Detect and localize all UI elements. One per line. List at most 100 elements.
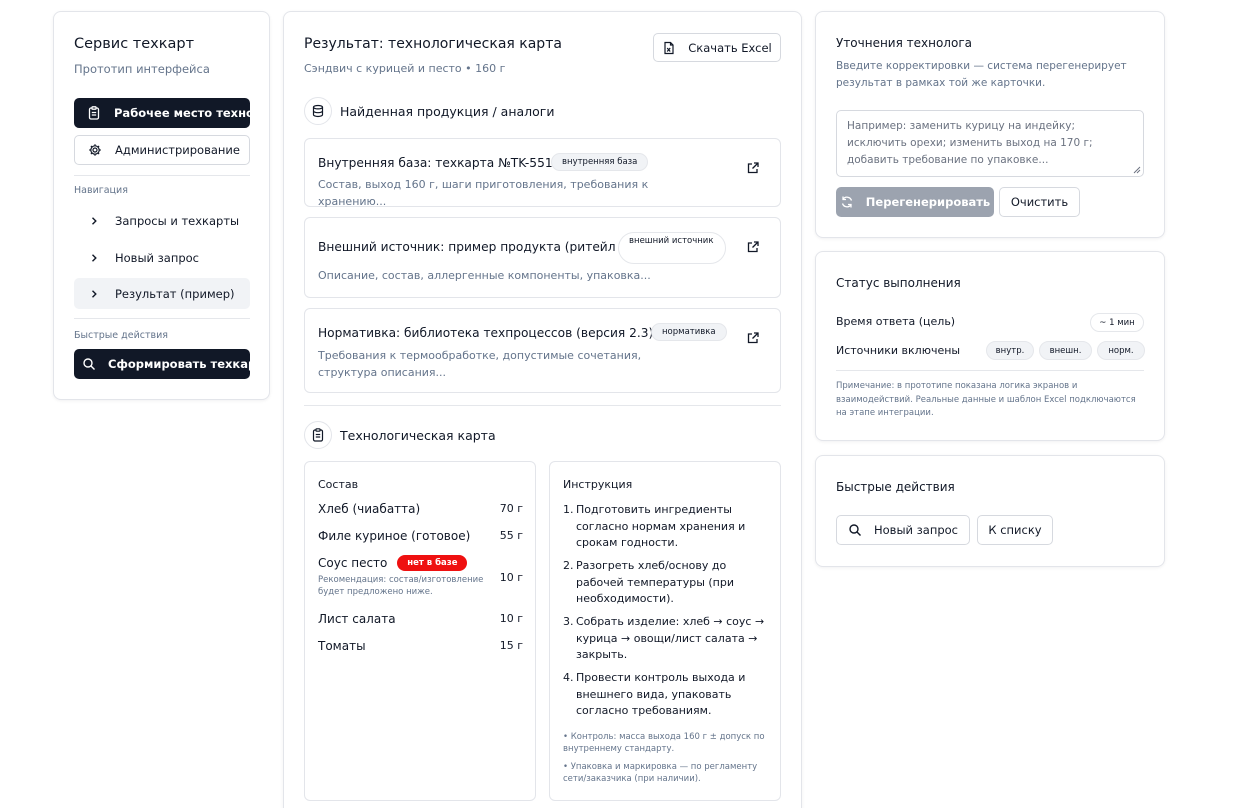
ingredient-note: Рекомендация: состав/изготовление будет … [318,575,484,597]
instruction-note: • Упаковка и маркировка — по регламенту … [563,762,758,784]
nav-section-label: Навигация [74,185,128,196]
response-time-label: Время ответа (цель) [836,315,956,328]
chevron-right-icon [89,253,99,263]
instructions-heading: Инструкция [563,478,633,491]
chevron-right-icon [89,289,99,299]
techcard-section-header: Технологическая карта [304,421,496,449]
gear-icon [88,143,102,157]
instruction-steps: 1. Подготовить ингредиенты согласно норма… [563,502,773,726]
download-excel-button[interactable]: Скачать Excel [653,33,781,62]
techcard-heading: Технологическая карта [340,427,496,443]
admin-button-label: Администрирование [115,143,240,157]
source-pill: норм. [1097,341,1145,360]
sidebar-item-label: Результат (пример) [115,286,235,301]
products-heading: Найденная продукция / аналоги [340,103,555,119]
to-list-label: К списку [988,523,1042,537]
section-divider [304,405,781,406]
ingredient-amount: 55 г [499,529,523,542]
source-badge: внешний источник [618,232,726,264]
composition-card: Состав Хлеб (чиабатта) 70 г Филе куриное… [304,461,536,801]
ingredient-row: Хлеб (чиабатта) 70 г [318,502,523,516]
refresh-icon [840,195,854,209]
resize-handle-icon[interactable] [1132,165,1141,174]
ingredient-amount: 10 г [499,612,523,625]
workplace-button-label: Рабочее место технолога [114,106,250,120]
result-title: Внутренняя база: техкарта №TK-551 [318,156,553,170]
ingredient-name: Лист салата [318,612,396,626]
clipboard-icon [87,106,101,120]
instruction-step: 1. Подготовить ингредиенты согласно норма… [563,503,746,549]
ingredient-name: Томаты [318,639,366,653]
ingredient-amount: 15 г [499,639,523,652]
products-section-header: Найденная продукция / аналоги [304,97,555,125]
page-title: Результат: технологическая карта [304,36,562,52]
sources-label: Источники включены [836,344,961,357]
sidebar-divider [74,175,250,176]
main-panel: Результат: технологическая карта Сэндвич… [283,11,802,808]
clear-button[interactable]: Очистить [999,187,1080,217]
result-title: Внешний источник: пример продукта (ритей… [318,240,615,254]
sidebar-item-label: Запросы и техкарты [115,213,240,228]
sidebar-item-label: Новый запрос [115,250,200,265]
response-time-row: Время ответа (цель) ~ 1 мин [836,313,1144,332]
search-icon [82,357,96,371]
to-list-button[interactable]: К списку [977,515,1053,545]
regenerate-label: Перегенерировать [865,195,991,209]
sidebar-divider [74,318,250,319]
ingredient-row: Филе куриное (готовое) 55 г [318,529,523,543]
missing-badge: нет в базе [397,555,468,571]
ingredient-name: Филе куриное (готовое) [318,529,471,543]
sidebar: Сервис техкарт Прототип интерфейса Рабоч… [53,11,270,400]
clipboard-icon [304,421,332,449]
status-panel: Статус выполнения Время ответа (цель) ~ … [815,251,1165,441]
chevron-right-icon [89,216,99,226]
result-card-internal[interactable]: Внутренняя база: техкарта №TK-551 внутре… [304,138,781,208]
result-description: Требования к термообработке, допустимые … [318,349,642,379]
external-link-icon[interactable] [746,240,760,254]
download-excel-label: Скачать Excel [688,40,772,55]
ingredient-name: Хлеб (чиабатта) [318,502,421,516]
sidebar-item-new-request[interactable]: Новый запрос [74,242,250,273]
external-link-icon[interactable] [746,161,760,175]
app-subtitle: Прототип интерфейса [74,62,210,76]
instruction-step: 3. Собрать изделие: хлеб → соус → курица … [563,615,765,661]
instruction-note: • Контроль: масса выхода 160 г ± допуск … [563,732,765,754]
sidebar-item-requests[interactable]: Запросы и техкарты [74,205,250,236]
app-title: Сервис техкарт [74,36,195,52]
result-card-external[interactable]: Внешний источник: пример продукта (ритей… [304,217,781,298]
status-divider [836,370,1144,371]
status-note: Примечание: в прототипе показана логика … [836,381,1136,418]
generate-techcard-button[interactable]: Сформировать техкарту [74,349,250,379]
page-subtitle: Сэндвич с курицей и песто • 160 г [304,62,506,75]
quick-section-label: Быстрые действия [74,330,169,341]
ingredient-amount: 70 г [499,502,523,515]
refine-textarea[interactable] [836,110,1144,177]
ingredient-row: Томаты 15 г [318,639,523,653]
refine-description: Введите корректировки — система перегене… [836,60,1127,89]
refine-panel: Уточнения технолога Введите корректировк… [815,11,1165,238]
result-card-normative[interactable]: Нормативка: библиотека техпроцессов (вер… [304,308,781,393]
instruction-step: 4. Провести контроль выхода и внешнего ви… [563,671,746,717]
generate-techcard-label: Сформировать техкарту [108,357,250,371]
new-request-button[interactable]: Новый запрос [836,515,970,545]
workplace-button[interactable]: Рабочее место технолога [74,98,250,128]
regenerate-button[interactable]: Перегенерировать [836,187,994,217]
sidebar-item-result[interactable]: Результат (пример) [74,278,250,309]
response-time-badge: ~ 1 мин [1090,313,1144,332]
sources-row: Источники включены внутр. внешн. норм. [836,341,1145,360]
quick-actions-panel: Быстрые действия Новый запрос К списку [815,455,1165,567]
source-badge: нормативка [651,323,727,341]
database-icon [304,97,332,125]
ingredient-amount: 10 г [499,571,523,584]
external-link-icon[interactable] [746,331,760,345]
ingredient-name: Соус песто [318,556,388,570]
instruction-step: 2. Разогреть хлеб/основу до рабочей темпе… [563,559,735,605]
source-pill: внешн. [1039,341,1092,360]
source-badge: внутренняя база [551,153,649,171]
search-icon [848,523,862,537]
new-request-label: Новый запрос [873,523,958,537]
quick-actions-title: Быстрые действия [836,480,955,494]
composition-heading: Состав [318,478,359,491]
admin-button[interactable]: Администрирование [74,135,250,165]
source-pill: внутр. [986,341,1034,360]
